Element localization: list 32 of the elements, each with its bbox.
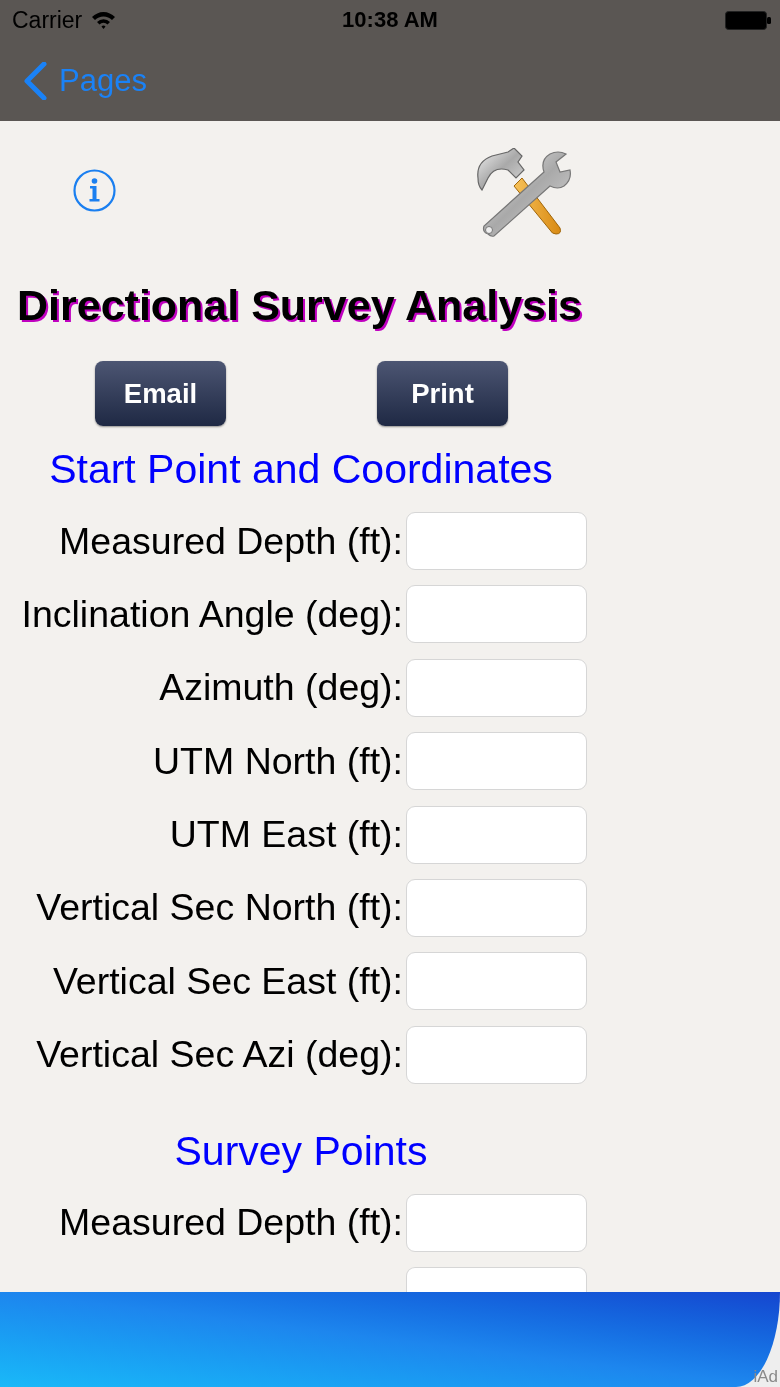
input-field[interactable]: [406, 952, 587, 1011]
input-field[interactable]: [406, 585, 587, 644]
input-field[interactable]: [406, 512, 587, 570]
field-label: Inclination Angle (deg):: [21, 592, 403, 636]
page-title: Directional Survey Analysis: [17, 281, 582, 329]
wifi-icon: [91, 11, 117, 29]
input-field[interactable]: [406, 1267, 587, 1292]
input-field[interactable]: [406, 1193, 587, 1252]
field-label: Vertical Sec Azi (deg):: [36, 1033, 403, 1077]
input-field[interactable]: [406, 878, 587, 937]
action-button[interactable]: Email: [95, 361, 226, 426]
carrier-label: Carrier: [12, 8, 83, 32]
info-icon[interactable]: [73, 168, 116, 212]
field-label: UTM North (ft):: [153, 739, 403, 783]
input-field[interactable]: [406, 658, 587, 717]
ad-banner[interactable]: [0, 1292, 780, 1387]
input-field[interactable]: [406, 1025, 587, 1084]
field-label: Measured Depth (ft):: [59, 1201, 403, 1245]
field-label: UTM East (ft):: [169, 813, 403, 857]
input-field[interactable]: [406, 805, 587, 864]
action-button[interactable]: Print: [377, 361, 508, 426]
battery-icon: [725, 10, 771, 30]
field-label: Measured Depth (ft):: [59, 519, 403, 563]
section-heading: Survey Points: [174, 1127, 428, 1174]
ad-label: iAd: [753, 1368, 778, 1385]
section-heading: Start Point and Coordinates: [49, 446, 553, 492]
field-label: Azimuth (deg):: [159, 666, 403, 710]
chevron-left-icon: [23, 61, 47, 100]
input-field[interactable]: [406, 732, 587, 791]
field-label: Vertical Sec North (ft):: [36, 886, 403, 930]
clock-label: 10:38 AM: [342, 9, 438, 31]
field-label: Vertical Sec East (ft):: [52, 959, 403, 1003]
